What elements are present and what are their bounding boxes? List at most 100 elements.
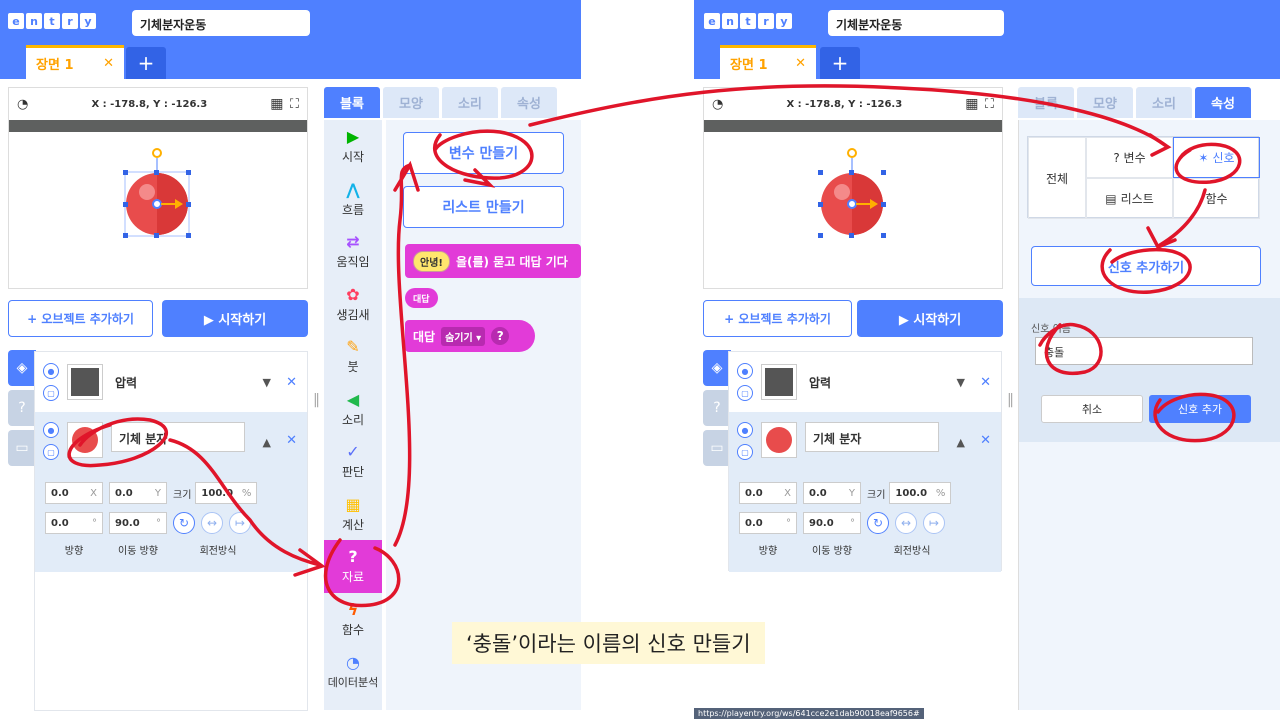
collapse-icon[interactable]: ▲ — [957, 436, 965, 449]
eye-icon[interactable]: ● — [43, 363, 59, 379]
y-input[interactable]: 0.0 Y — [109, 482, 167, 504]
category-3[interactable]: ⇄ 움직임 — [324, 225, 382, 278]
object-row-molecule[interactable]: ● ▢ 기체 분자 ▲ ✕ 0.0 X 0.0 Y 크기 100.0% 0.0 ° 9… — [729, 412, 1001, 572]
eye-icon[interactable]: ● — [43, 422, 59, 438]
console-icon[interactable]: ▭ — [703, 430, 731, 466]
project-title-input[interactable]: 기체분자운동 — [828, 10, 1004, 36]
lock-icon[interactable]: ▢ — [737, 444, 753, 460]
object-row-molecule[interactable]: ● ▢ 기체 분자 ▲ ✕ 0.0 X 0.0 Y 크기 100.0% 0.0 ° 9… — [35, 412, 307, 572]
category-8[interactable]: ▦ 계산 — [324, 488, 382, 541]
make-list-button[interactable]: 리스트 만들기 — [403, 186, 564, 228]
stage[interactable]: ◔ X : -178.8, Y : -126.3 ▦ ⛶ — [703, 87, 1003, 289]
object-name-input[interactable]: 기체 분자 — [805, 422, 939, 452]
direction-input[interactable]: 0.0 ° — [739, 512, 797, 534]
filter-signal[interactable]: ✶ 신호 — [1173, 137, 1260, 178]
help-icon[interactable]: ? — [491, 327, 510, 345]
rotate-free-icon[interactable]: ↻ — [173, 512, 195, 534]
x-input[interactable]: 0.0 X — [45, 482, 103, 504]
add-scene-button[interactable]: + — [820, 47, 860, 79]
lock-icon[interactable]: ▢ — [737, 385, 753, 401]
fullscreen-icon[interactable]: ⛶ — [290, 97, 299, 112]
move-direction-input[interactable]: 90.0 ° — [109, 512, 167, 534]
speedometer-icon[interactable]: ◔ — [17, 97, 28, 112]
tab-blocks[interactable]: 블록 — [1018, 87, 1074, 118]
stage[interactable]: ◔ X : -178.8, Y : -126.3 ▦ ⛶ — [8, 87, 308, 289]
tab-sound[interactable]: 소리 — [1136, 87, 1192, 118]
delete-icon[interactable]: ✕ — [980, 433, 991, 448]
filter-function[interactable]: 함수 — [1173, 178, 1260, 219]
tab-shape[interactable]: 모양 — [1077, 87, 1133, 118]
start-button[interactable]: ▶ 시작하기 — [857, 300, 1003, 337]
eye-icon[interactable]: ● — [737, 363, 753, 379]
entry-logo[interactable]: e n t r y — [704, 13, 792, 29]
move-direction-input[interactable]: 90.0 ° — [803, 512, 861, 534]
speedometer-icon[interactable]: ◔ — [712, 97, 723, 112]
help-icon[interactable]: ? — [703, 390, 731, 426]
category-10[interactable]: ϟ 함수 — [324, 593, 382, 646]
rotate-horizontal-icon[interactable]: ↔ — [895, 512, 917, 534]
object-list-icon[interactable]: ◈ — [703, 350, 731, 386]
expand-icon[interactable]: ▼ — [263, 376, 271, 389]
molecule-sprite[interactable] — [704, 132, 1004, 282]
make-variable-button[interactable]: 변수 만들기 — [403, 132, 564, 174]
filter-variable[interactable]: ? 변수 — [1086, 137, 1173, 178]
lock-icon[interactable]: ▢ — [43, 385, 59, 401]
grid-icon[interactable]: ▦ — [270, 96, 283, 112]
console-icon[interactable]: ▭ — [8, 430, 36, 466]
scene-tab[interactable]: 장면 1 ✕ — [720, 45, 816, 79]
expand-icon[interactable]: ▼ — [957, 376, 965, 389]
category-5[interactable]: ✎ 붓 — [324, 330, 382, 383]
y-input[interactable]: 0.0 Y — [803, 482, 861, 504]
category-7[interactable]: ✓ 판단 — [324, 435, 382, 488]
tab-shape[interactable]: 모양 — [383, 87, 439, 118]
delete-icon[interactable]: ✕ — [286, 375, 297, 390]
answer-block[interactable]: 대답 — [405, 288, 438, 308]
size-input[interactable]: 100.0% — [195, 482, 258, 504]
tab-blocks[interactable]: 블록 — [324, 87, 380, 118]
start-button[interactable]: ▶ 시작하기 — [162, 300, 308, 337]
show-answer-block[interactable]: 대답 숨기기 ▾ ? — [405, 320, 535, 352]
category-9[interactable]: ? 자료 — [324, 540, 382, 593]
add-scene-button[interactable]: + — [126, 47, 166, 79]
direction-input[interactable]: 0.0 ° — [45, 512, 103, 534]
delete-icon[interactable]: ✕ — [286, 433, 297, 448]
object-list-icon[interactable]: ◈ — [8, 350, 36, 386]
scene-tab[interactable]: 장면 1 ✕ — [26, 45, 124, 79]
hide-dropdown[interactable]: 숨기기 ▾ — [441, 326, 486, 346]
filter-all[interactable]: 전체 — [1028, 137, 1086, 219]
category-1[interactable]: ▶ 시작 — [324, 120, 382, 173]
eye-icon[interactable]: ● — [737, 422, 753, 438]
rotate-none-icon[interactable]: ↦ — [923, 512, 945, 534]
add-object-button[interactable]: + 오브젝트 추가하기 — [8, 300, 153, 337]
close-icon[interactable]: ✕ — [103, 56, 114, 71]
fullscreen-icon[interactable]: ⛶ — [985, 97, 994, 112]
rotate-free-icon[interactable]: ↻ — [867, 512, 889, 534]
grid-icon[interactable]: ▦ — [965, 96, 978, 112]
ask-and-wait-block[interactable]: 안녕! 을(를) 묻고 대답 기다 — [405, 244, 581, 278]
object-name-input[interactable]: 기체 분자 — [111, 422, 245, 452]
tab-attributes[interactable]: 속성 — [1195, 87, 1251, 118]
cancel-button[interactable]: 취소 — [1041, 395, 1143, 423]
add-signal-button[interactable]: 신호 추가하기 — [1031, 246, 1261, 286]
close-icon[interactable]: ✕ — [795, 56, 806, 71]
project-title-input[interactable]: 기체분자운동 — [132, 10, 310, 36]
signal-name-input[interactable]: 충돌 — [1035, 337, 1253, 365]
category-11[interactable]: ◔ 데이터분석 — [324, 645, 382, 698]
add-object-button[interactable]: + 오브젝트 추가하기 — [703, 300, 852, 337]
x-input[interactable]: 0.0 X — [739, 482, 797, 504]
category-2[interactable]: ⋀ 흐름 — [324, 173, 382, 226]
confirm-add-signal-button[interactable]: 신호 추가 — [1149, 395, 1251, 423]
object-row-pressure[interactable]: ● ▢ 압력 ▼ ✕ — [35, 352, 307, 412]
rotate-none-icon[interactable]: ↦ — [229, 512, 251, 534]
resize-handle[interactable]: ‖ — [313, 392, 320, 408]
resize-handle[interactable]: ‖ — [1007, 392, 1014, 408]
object-row-pressure[interactable]: ● ▢ 압력 ▼ ✕ — [729, 352, 1001, 412]
category-4[interactable]: ✿ 생김새 — [324, 278, 382, 331]
tab-attributes[interactable]: 속성 — [501, 87, 557, 118]
size-input[interactable]: 100.0% — [889, 482, 952, 504]
filter-list[interactable]: ▤ 리스트 — [1086, 178, 1173, 219]
category-6[interactable]: ◀ 소리 — [324, 383, 382, 436]
delete-icon[interactable]: ✕ — [980, 375, 991, 390]
molecule-sprite[interactable] — [9, 132, 309, 282]
lock-icon[interactable]: ▢ — [43, 444, 59, 460]
